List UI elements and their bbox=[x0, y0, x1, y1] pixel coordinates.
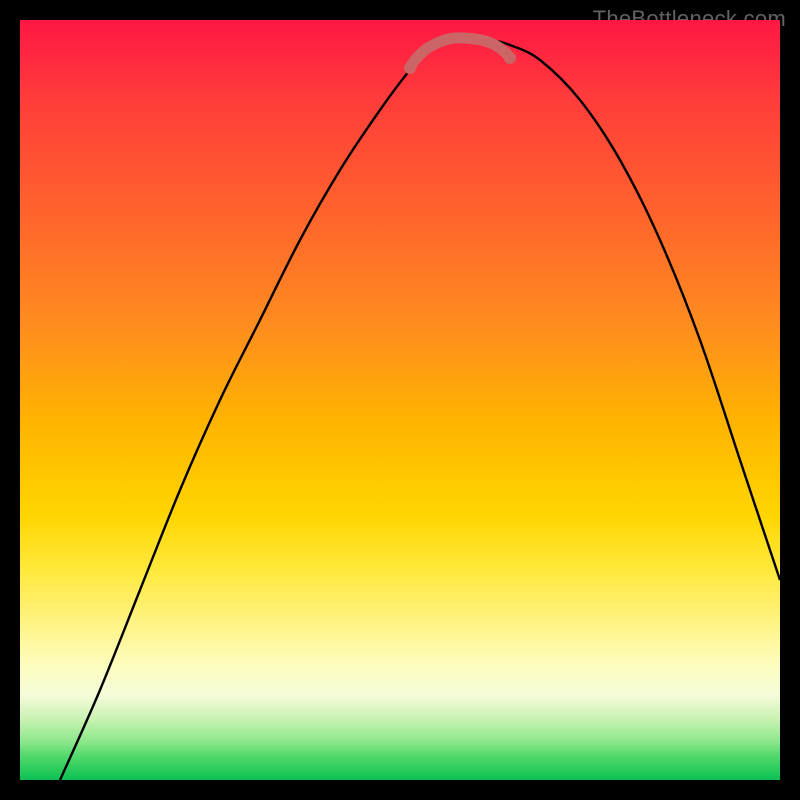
gradient-background bbox=[20, 20, 780, 780]
chart-stage: TheBottleneck.com bbox=[0, 0, 800, 800]
plot-area bbox=[20, 20, 780, 780]
